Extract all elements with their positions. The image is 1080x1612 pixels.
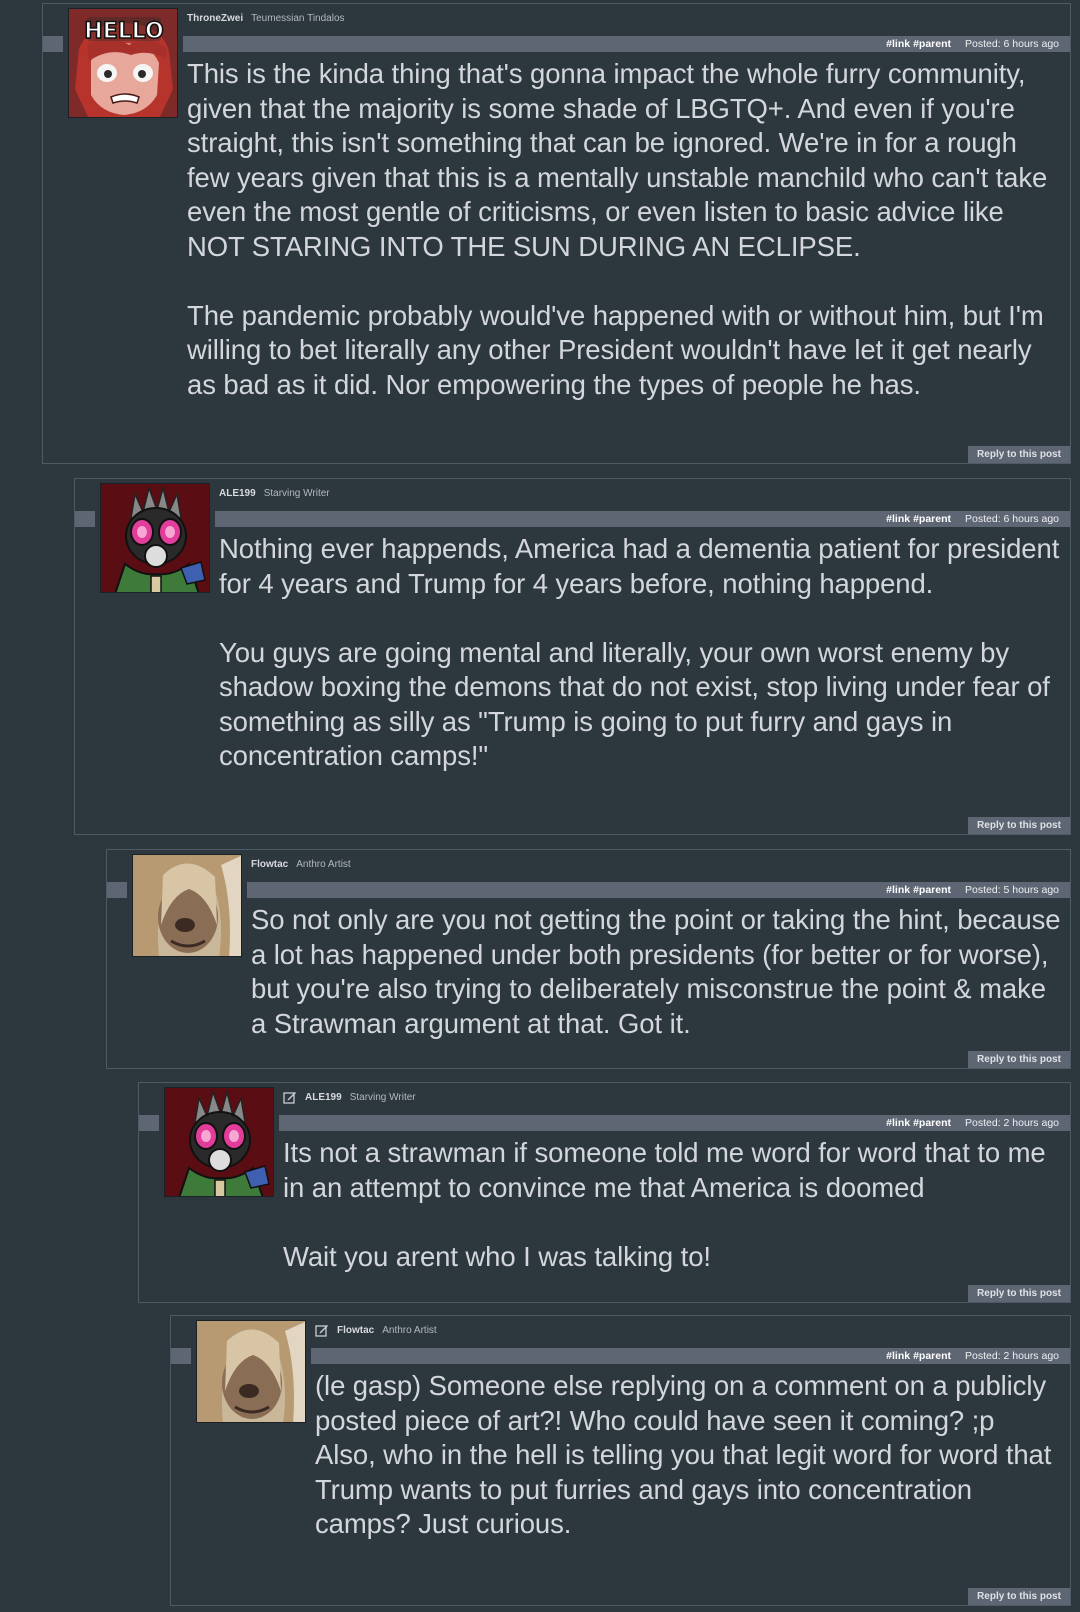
comment-5: Flowtac Anthro Artist #link #parent Post… (170, 1315, 1071, 1606)
edit-icon (283, 1092, 296, 1104)
comment-paragraph: Its not a strawman if someone told me wo… (283, 1137, 1046, 1203)
reply-button[interactable]: Reply to this post (968, 1051, 1070, 1068)
post-header-bar: #link #parent Posted: 6 hours ago (183, 36, 1070, 52)
parent-anchor[interactable]: #parent (913, 38, 951, 50)
collapse-tab[interactable] (107, 882, 127, 898)
link-anchor[interactable]: #link (886, 884, 910, 896)
comment-4: ALE199 Starving Writer #link #parent Pos… (138, 1082, 1071, 1303)
comment-body: This is the kinda thing that's gonna imp… (187, 57, 1064, 402)
user-title: Starving Writer (263, 487, 330, 499)
comment-paragraph: Nothing ever happends, America had a dem… (219, 533, 1060, 599)
comment-body: (le gasp) Someone else replying on a com… (315, 1369, 1064, 1542)
comment-1: HELLO ThroneZwei Teumessian Tindalos #li… (42, 3, 1071, 464)
posted-time: Posted: 5 hours ago (965, 884, 1059, 896)
comment-paragraph: (le gasp) Someone else replying on a com… (315, 1370, 1046, 1436)
collapse-tab[interactable] (43, 36, 63, 52)
comment-paragraph: So not only are you not getting the poin… (251, 904, 1061, 1039)
username[interactable]: ALE199 (305, 1092, 342, 1103)
username[interactable]: Flowtac (337, 1325, 374, 1336)
avatar[interactable]: HELLO (68, 8, 178, 118)
parent-anchor[interactable]: #parent (913, 513, 951, 525)
post-header-bar: #link #parent Posted: 6 hours ago (215, 511, 1070, 527)
comment-3: Flowtac Anthro Artist #link #parent Post… (106, 849, 1071, 1069)
comment-paragraph: Also, who in the hell is telling you tha… (315, 1439, 1052, 1539)
posted-time: Posted: 2 hours ago (965, 1117, 1059, 1129)
comment-2: ALE199 Starving Writer #link #parent Pos… (74, 478, 1071, 835)
username[interactable]: Flowtac (251, 859, 288, 870)
collapse-tab[interactable] (139, 1115, 159, 1131)
user-title: Anthro Artist (296, 858, 351, 870)
user-title: Teumessian Tindalos (251, 12, 345, 24)
parent-anchor[interactable]: #parent (913, 884, 951, 896)
link-anchor[interactable]: #link (886, 1117, 910, 1129)
collapse-tab[interactable] (171, 1348, 191, 1364)
username[interactable]: ALE199 (219, 488, 256, 499)
reply-button[interactable]: Reply to this post (968, 446, 1070, 463)
avatar[interactable] (164, 1087, 274, 1197)
comment-body: So not only are you not getting the poin… (251, 903, 1064, 1041)
edit-icon (315, 1325, 328, 1337)
parent-anchor[interactable]: #parent (913, 1350, 951, 1362)
avatar[interactable] (196, 1320, 306, 1423)
comment-meta: ThroneZwei Teumessian Tindalos (187, 10, 345, 26)
comment-body: Nothing ever happends, America had a dem… (219, 532, 1064, 774)
post-header-bar: #link #parent Posted: 2 hours ago (279, 1115, 1070, 1131)
user-title: Anthro Artist (382, 1324, 437, 1336)
avatar[interactable] (100, 483, 210, 593)
link-anchor[interactable]: #link (886, 1350, 910, 1362)
comment-paragraph: The pandemic probably would've happened … (187, 299, 1044, 400)
reply-button[interactable]: Reply to this post (968, 1588, 1070, 1605)
link-anchor[interactable]: #link (886, 38, 910, 50)
link-anchor[interactable]: #link (886, 513, 910, 525)
comment-meta: Flowtac Anthro Artist (315, 1322, 437, 1338)
posted-time: Posted: 6 hours ago (965, 513, 1059, 525)
parent-anchor[interactable]: #parent (913, 1117, 951, 1129)
comment-paragraph: Wait you arent who I was talking to! (283, 1240, 711, 1272)
comment-paragraph: You guys are going mental and literally,… (219, 636, 1050, 772)
comment-meta: Flowtac Anthro Artist (251, 856, 351, 872)
username[interactable]: ThroneZwei (187, 13, 243, 24)
posted-time: Posted: 6 hours ago (965, 38, 1059, 50)
comment-meta: ALE199 Starving Writer (283, 1089, 416, 1105)
reply-button[interactable]: Reply to this post (968, 1285, 1070, 1302)
post-header-bar: #link #parent Posted: 2 hours ago (311, 1348, 1070, 1364)
posted-time: Posted: 2 hours ago (965, 1350, 1059, 1362)
comment-paragraph: This is the kinda thing that's gonna imp… (187, 58, 1048, 262)
user-title: Starving Writer (349, 1091, 416, 1103)
reply-button[interactable]: Reply to this post (968, 817, 1070, 834)
post-header-bar: #link #parent Posted: 5 hours ago (247, 882, 1070, 898)
avatar[interactable] (132, 854, 242, 957)
collapse-tab[interactable] (75, 511, 95, 527)
avatar-logo-text: HELLO (84, 19, 163, 44)
comment-meta: ALE199 Starving Writer (219, 485, 330, 501)
comment-body: Its not a strawman if someone told me wo… (283, 1136, 1064, 1274)
